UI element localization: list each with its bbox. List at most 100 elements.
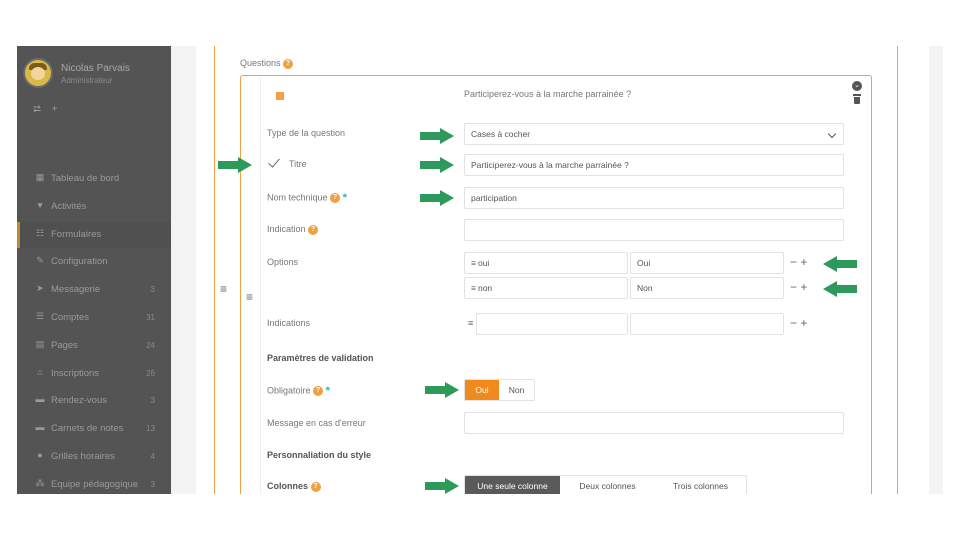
paper-plane-icon: ➤ (36, 283, 44, 294)
file-icon: ▤ (35, 338, 45, 349)
indication-input[interactable] (464, 219, 844, 241)
sidebar-item-label: Equipe pédagogique (51, 478, 139, 490)
help-icon[interactable]: ? (310, 481, 321, 492)
sidebar-item[interactable]: ● Grilles horaires 4 (17, 444, 171, 470)
titre-checkbox[interactable] (267, 156, 281, 170)
chevron-down-icon (827, 129, 837, 139)
sidebar-item-count: 4 (150, 452, 155, 461)
sidebar-item[interactable]: ▬ Carnets de notes 13 (17, 416, 171, 442)
help-icon[interactable]: ? (330, 193, 341, 203)
indications-label: Indications (267, 318, 311, 328)
collapse-chevron-icon[interactable]: ⌄ (852, 81, 862, 91)
avatar (23, 58, 53, 88)
heart-icon: ♥ (37, 199, 43, 210)
add-indication-button[interactable]: + (800, 316, 807, 330)
sidebar-item-count: 3 (150, 285, 155, 295)
sidebar-item[interactable]: ♥ Activités (17, 194, 171, 220)
help-icon[interactable]: ? (313, 386, 324, 396)
titre-input[interactable]: Participerez-vous à la marche parrainée … (464, 154, 844, 176)
sidebar-item-label: Pages (51, 339, 78, 351)
remove-option-button[interactable]: − (790, 280, 797, 294)
wrench-icon: ✎ (36, 255, 44, 266)
card-divider (260, 77, 261, 497)
indication-label-text: Indication (267, 224, 306, 234)
remove-indication-button[interactable]: − (790, 316, 797, 330)
screen: Nicolas Parvais Administrateur ⮂ + ▦ Tabl… (0, 0, 960, 540)
user-name: Nicolas Parvais (61, 63, 130, 74)
sidebar-item-label: Carnets de notes (51, 423, 124, 435)
sidebar-item[interactable]: ▤ Pages 24 (17, 333, 171, 359)
required-no-button[interactable]: Non (499, 380, 534, 400)
annotation-arrow (218, 157, 252, 173)
sidebar-toolbar: ⮂ + (33, 104, 66, 115)
indications-value-input[interactable] (476, 313, 628, 335)
sidebar-item[interactable]: ➤ Messagerie 3 (17, 277, 171, 303)
option-value-input[interactable]: ≡ non (464, 277, 628, 299)
add-option-button[interactable]: + (800, 255, 807, 269)
required-yes-button[interactable]: Oui (465, 380, 499, 400)
sidebar-item-count: 13 (146, 424, 155, 434)
bottom-margin (0, 494, 960, 540)
drag-handle-icon[interactable]: ≡ (468, 318, 473, 328)
technical-name-input[interactable]: participation (464, 187, 844, 209)
calendar-icon: ▬ (35, 394, 45, 405)
option-label-input[interactable]: Oui (630, 252, 784, 274)
sidebar-item[interactable]: ✎ Configuration (17, 249, 171, 275)
notebook-icon: ▬ (35, 422, 45, 433)
indications-label-input[interactable] (630, 313, 784, 335)
sidebar-item[interactable]: ☰ Comptes 31 (17, 305, 171, 331)
sidebar-item-label: Grilles horaires (51, 451, 115, 462)
indications-controls: − + (790, 316, 807, 330)
remove-option-button[interactable]: − (790, 255, 797, 269)
annotation-arrow (420, 157, 454, 173)
question-drag-handle-icon[interactable]: ≡ (246, 290, 253, 304)
option-value-input[interactable]: ≡ oui (464, 252, 628, 274)
help-icon[interactable]: ? (308, 224, 319, 235)
dashboard-icon: ▦ (35, 172, 45, 182)
question-select-checkbox[interactable] (276, 92, 284, 100)
sidebar-item-count: 3 (150, 396, 155, 406)
institution-icon: ⌂ (37, 366, 43, 377)
required-label-text: Obligatoire (267, 385, 311, 396)
add-option-button[interactable]: + (800, 280, 807, 294)
style-header: Personnaliation du style (267, 450, 372, 460)
add-icon[interactable]: + (52, 104, 58, 115)
sidebar-item-count: 26 (146, 368, 155, 378)
sidebar-item-label: Messagerie (51, 284, 101, 296)
technical-name-label-text: Nom technique (267, 192, 328, 203)
required-star: * (342, 192, 347, 204)
columns-label: Colonnes ? (267, 481, 321, 492)
sidebar-item[interactable]: ⌂ Inscriptions 26 (17, 361, 171, 387)
sidebar-item-label: Activités (51, 200, 87, 212)
drag-handle-icon[interactable]: ≡ (471, 258, 476, 268)
sidebar-item-count: 24 (146, 340, 155, 350)
columns-three-button[interactable]: Trois colonnes (655, 476, 746, 496)
sidebar-item[interactable]: ☷ Formulaires (17, 221, 171, 248)
question-header-title: Participerez-vous à la marche parrainée … (464, 89, 632, 99)
required-label: Obligatoire ? * (267, 385, 330, 397)
swap-icon[interactable]: ⮂ (33, 104, 41, 115)
sidebar-item[interactable]: ▬ Rendez-vous 3 (17, 388, 171, 414)
columns-two-button[interactable]: Deux colonnes (560, 476, 655, 496)
questions-label: Questions ? (240, 58, 294, 69)
question-type-value: Cases à cocher (471, 129, 531, 139)
users-icon: ☰ (35, 311, 45, 321)
drag-handle-icon[interactable]: ≡ (471, 283, 476, 293)
sidebar-item[interactable]: ▦ Tableau de bord (17, 166, 171, 192)
trash-icon[interactable] (852, 94, 862, 104)
columns-one-button[interactable]: Une seule colonne (465, 476, 560, 496)
annotation-arrow (420, 128, 454, 144)
sidebar-item-label: Configuration (51, 256, 108, 268)
sidebar-item-label: Comptes (51, 312, 90, 323)
question-type-select[interactable]: Cases à cocher (464, 123, 844, 145)
sidebar-item-label: Formulaires (51, 228, 102, 240)
option-controls: − + (790, 280, 807, 294)
form-icon: ☷ (35, 227, 45, 238)
sidebar-item[interactable]: ⁂ Equipe pédagogique 3 (17, 472, 171, 494)
drag-handle-icon[interactable]: ≡ (220, 282, 227, 296)
help-icon[interactable]: ? (283, 58, 294, 69)
error-message-input[interactable] (464, 412, 844, 434)
option-value: oui (477, 258, 490, 268)
option-label-input[interactable]: Non (630, 277, 784, 299)
user-profile[interactable]: Nicolas Parvais Administrateur (17, 46, 171, 96)
